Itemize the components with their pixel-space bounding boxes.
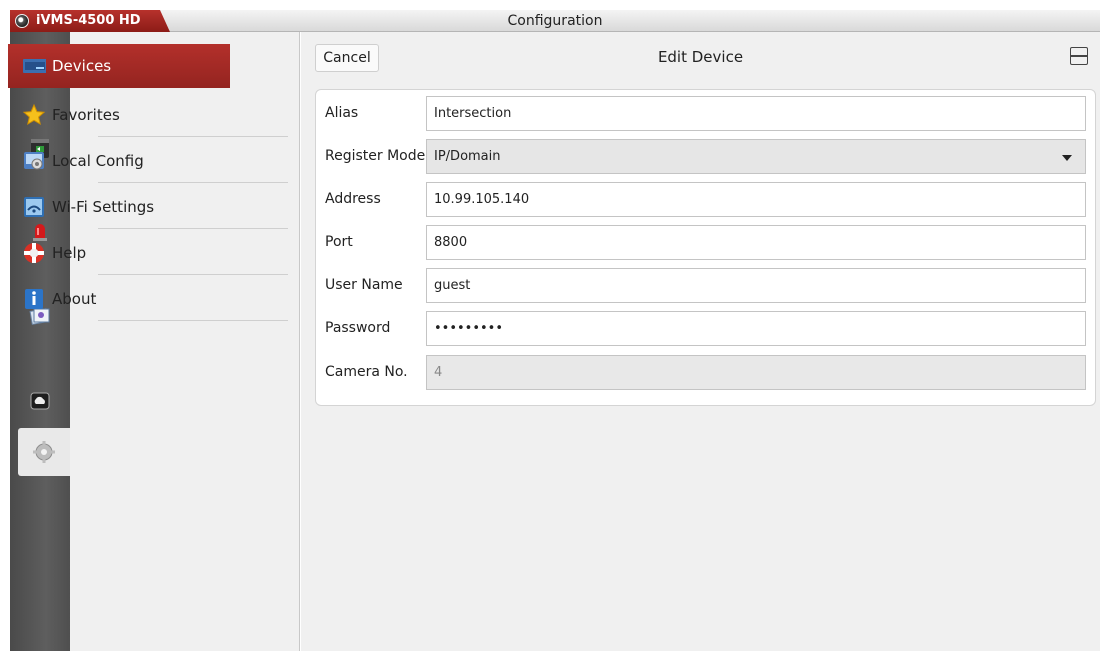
alias-input[interactable]: Intersection — [426, 96, 1086, 131]
window-title: Configuration — [507, 13, 603, 29]
alias-row: Alias Intersection — [316, 92, 1097, 135]
menu-item-label: Local Config — [52, 152, 144, 170]
menu-item-label: Favorites — [52, 106, 120, 124]
password-label: Password — [325, 320, 391, 336]
top-bar: Cancel Edit Device — [301, 32, 1100, 78]
menu-item-label: Wi-Fi Settings — [52, 198, 155, 216]
address-input[interactable]: 10.99.105.140 — [426, 182, 1086, 217]
register-mode-value: IP/Domain — [434, 149, 501, 164]
rail-cloud[interactable] — [10, 377, 70, 425]
port-label: Port — [325, 234, 353, 250]
register-mode-select[interactable]: IP/Domain — [426, 139, 1086, 174]
camera-no-label: Camera No. — [325, 364, 408, 380]
alias-label: Alias — [325, 105, 359, 121]
address-row: Address 10.99.105.140 — [316, 178, 1097, 221]
local-config-icon — [22, 149, 46, 173]
help-lifebuoy-icon — [22, 241, 46, 265]
menu-item-label: About — [52, 290, 97, 308]
password-row: Password ••••••••• — [316, 307, 1097, 350]
menu-item-local-config[interactable]: Local Config — [8, 139, 230, 183]
port-row: Port 8800 — [316, 221, 1097, 264]
edit-device-panel: Cancel Edit Device Alias Intersection Re… — [301, 32, 1100, 651]
app-name: iVMS-4500 HD — [36, 13, 141, 28]
password-input[interactable]: ••••••••• — [426, 311, 1086, 346]
configuration-gear-icon — [32, 440, 56, 464]
menu-item-label: Devices — [52, 57, 112, 75]
menu-item-label: Help — [52, 244, 87, 262]
address-label: Address — [325, 191, 381, 207]
rail-configuration[interactable] — [18, 428, 70, 476]
menu-item-devices[interactable]: Devices — [8, 44, 230, 88]
about-info-icon — [22, 287, 46, 311]
user-name-row: User Name guest — [316, 264, 1097, 307]
menu-divider — [98, 320, 288, 321]
menu-divider — [98, 182, 288, 183]
app-tab[interactable]: iVMS-4500 HD — [10, 10, 170, 32]
cancel-button[interactable]: Cancel — [315, 44, 379, 72]
menu-item-favorites[interactable]: Favorites — [8, 93, 230, 137]
user-name-input[interactable]: guest — [426, 268, 1086, 303]
menu-divider — [98, 136, 288, 137]
device-form: Alias Intersection Register Mode IP/Doma… — [315, 89, 1096, 406]
favorites-star-icon — [22, 103, 46, 127]
menu-item-help[interactable]: Help — [8, 231, 230, 275]
title-bar: iVMS-4500 HD Configuration — [10, 10, 1100, 32]
menu-item-about[interactable]: About — [8, 277, 230, 321]
register-mode-label: Register Mode — [325, 148, 426, 164]
page-title: Edit Device — [657, 48, 744, 66]
layout-icon[interactable] — [1070, 47, 1088, 65]
menu-divider — [98, 228, 288, 229]
app-logo-icon — [15, 14, 29, 28]
wifi-settings-icon — [22, 195, 46, 219]
port-input[interactable]: 8800 — [426, 225, 1086, 260]
register-mode-row: Register Mode IP/Domain — [316, 135, 1097, 178]
menu-divider — [98, 274, 288, 275]
menu-item-wifi-settings[interactable]: Wi-Fi Settings — [8, 185, 230, 229]
camera-no-row: Camera No. 4 — [316, 351, 1097, 394]
user-name-label: User Name — [325, 277, 403, 293]
chevron-down-icon — [1062, 155, 1072, 161]
camera-no-field: 4 — [426, 355, 1086, 390]
cloud-icon — [28, 389, 52, 413]
devices-icon — [22, 54, 46, 78]
